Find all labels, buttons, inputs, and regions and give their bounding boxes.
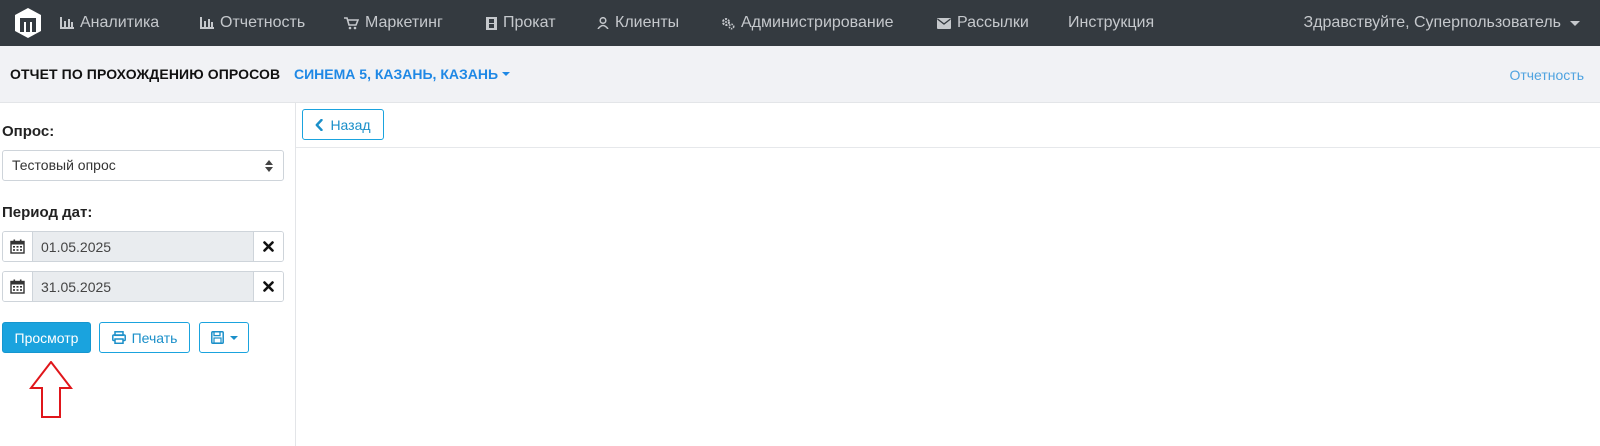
nav-reports[interactable]: Отчетность bbox=[200, 0, 305, 46]
view-button[interactable]: Просмотр bbox=[2, 322, 91, 353]
caret-down-icon bbox=[502, 72, 511, 76]
bar-chart-icon bbox=[200, 17, 214, 29]
chevron-down-icon bbox=[1570, 20, 1580, 26]
cinema-dropdown-label: СИНЕМА 5, КАЗАНЬ, КАЗАНЬ bbox=[294, 66, 499, 82]
back-button-label: Назад bbox=[330, 116, 371, 133]
report-content-area bbox=[296, 148, 1600, 446]
printer-icon bbox=[111, 331, 126, 344]
page-header: ОТЧЕТ ПО ПРОХОЖДЕНИЮ ОПРОСОВ СИНЕМА 5, К… bbox=[0, 46, 1600, 103]
date-from-group: 01.05.2025 bbox=[2, 231, 284, 262]
sort-arrows-icon bbox=[265, 160, 273, 172]
save-dropdown-button[interactable] bbox=[199, 322, 249, 353]
main-toolbar: Назад bbox=[296, 103, 1600, 148]
breadcrumb-reports-link[interactable]: Отчетность bbox=[1509, 67, 1584, 83]
chevron-left-icon bbox=[316, 118, 324, 131]
user-icon bbox=[597, 17, 609, 29]
date-to-group: 31.05.2025 bbox=[2, 271, 284, 302]
nav-clients-label: Клиенты bbox=[615, 14, 680, 31]
nav-instructions-label: Инструкция bbox=[1068, 14, 1155, 31]
nav-rental-label: Прокат bbox=[503, 14, 556, 31]
envelope-icon bbox=[937, 17, 951, 29]
period-label: Период дат: bbox=[2, 204, 93, 221]
nav-rental[interactable]: Прокат bbox=[486, 0, 556, 46]
nav-mailings-label: Рассылки bbox=[957, 14, 1029, 31]
annotation-arrow-up-icon bbox=[29, 361, 73, 418]
app-logo[interactable] bbox=[14, 7, 42, 39]
nav-marketing[interactable]: Маркетинг bbox=[344, 0, 443, 46]
user-menu[interactable]: Здравствуйте, Суперпользователь bbox=[1304, 0, 1580, 46]
cinema-dropdown[interactable]: СИНЕМА 5, КАЗАНЬ, КАЗАНЬ bbox=[294, 66, 511, 82]
nav-clients[interactable]: Клиенты bbox=[597, 0, 679, 46]
back-button[interactable]: Назад bbox=[302, 109, 384, 140]
bar-chart-icon bbox=[60, 17, 74, 29]
survey-select-value: Тестовый опрос bbox=[12, 157, 116, 173]
film-icon bbox=[486, 16, 497, 30]
filter-sidebar: Опрос: Тестовый опрос Период дат: 01.05.… bbox=[0, 103, 296, 446]
close-icon[interactable] bbox=[253, 272, 283, 301]
nav-reports-label: Отчетность bbox=[220, 14, 306, 31]
nav-marketing-label: Маркетинг bbox=[365, 14, 443, 31]
calendar-icon[interactable] bbox=[3, 272, 33, 301]
save-icon bbox=[210, 331, 224, 344]
page-title: ОТЧЕТ ПО ПРОХОЖДЕНИЮ ОПРОСОВ bbox=[10, 66, 281, 82]
survey-label: Опрос: bbox=[2, 123, 55, 140]
caret-down-icon bbox=[229, 335, 238, 340]
calendar-icon[interactable] bbox=[3, 232, 33, 261]
cart-icon bbox=[344, 16, 359, 29]
top-navbar: Аналитика Отчетность Маркетинг Прокат Кл… bbox=[0, 0, 1600, 46]
nav-administration-label: Администрирование bbox=[741, 14, 894, 31]
print-button[interactable]: Печать bbox=[99, 322, 190, 353]
nav-instructions[interactable]: Инструкция bbox=[1068, 0, 1154, 46]
close-icon[interactable] bbox=[253, 232, 283, 261]
nav-analytics-label: Аналитика bbox=[80, 14, 160, 31]
gears-icon bbox=[722, 17, 735, 30]
print-button-label: Печать bbox=[131, 329, 178, 346]
nav-mailings[interactable]: Рассылки bbox=[937, 0, 1029, 46]
user-greeting: Здравствуйте, Суперпользователь bbox=[1303, 14, 1561, 31]
date-from-input[interactable]: 01.05.2025 bbox=[33, 232, 253, 261]
survey-select[interactable]: Тестовый опрос bbox=[2, 150, 284, 181]
date-to-input[interactable]: 31.05.2025 bbox=[33, 272, 253, 301]
nav-analytics[interactable]: Аналитика bbox=[60, 0, 159, 46]
nav-administration[interactable]: Администрирование bbox=[721, 0, 894, 46]
